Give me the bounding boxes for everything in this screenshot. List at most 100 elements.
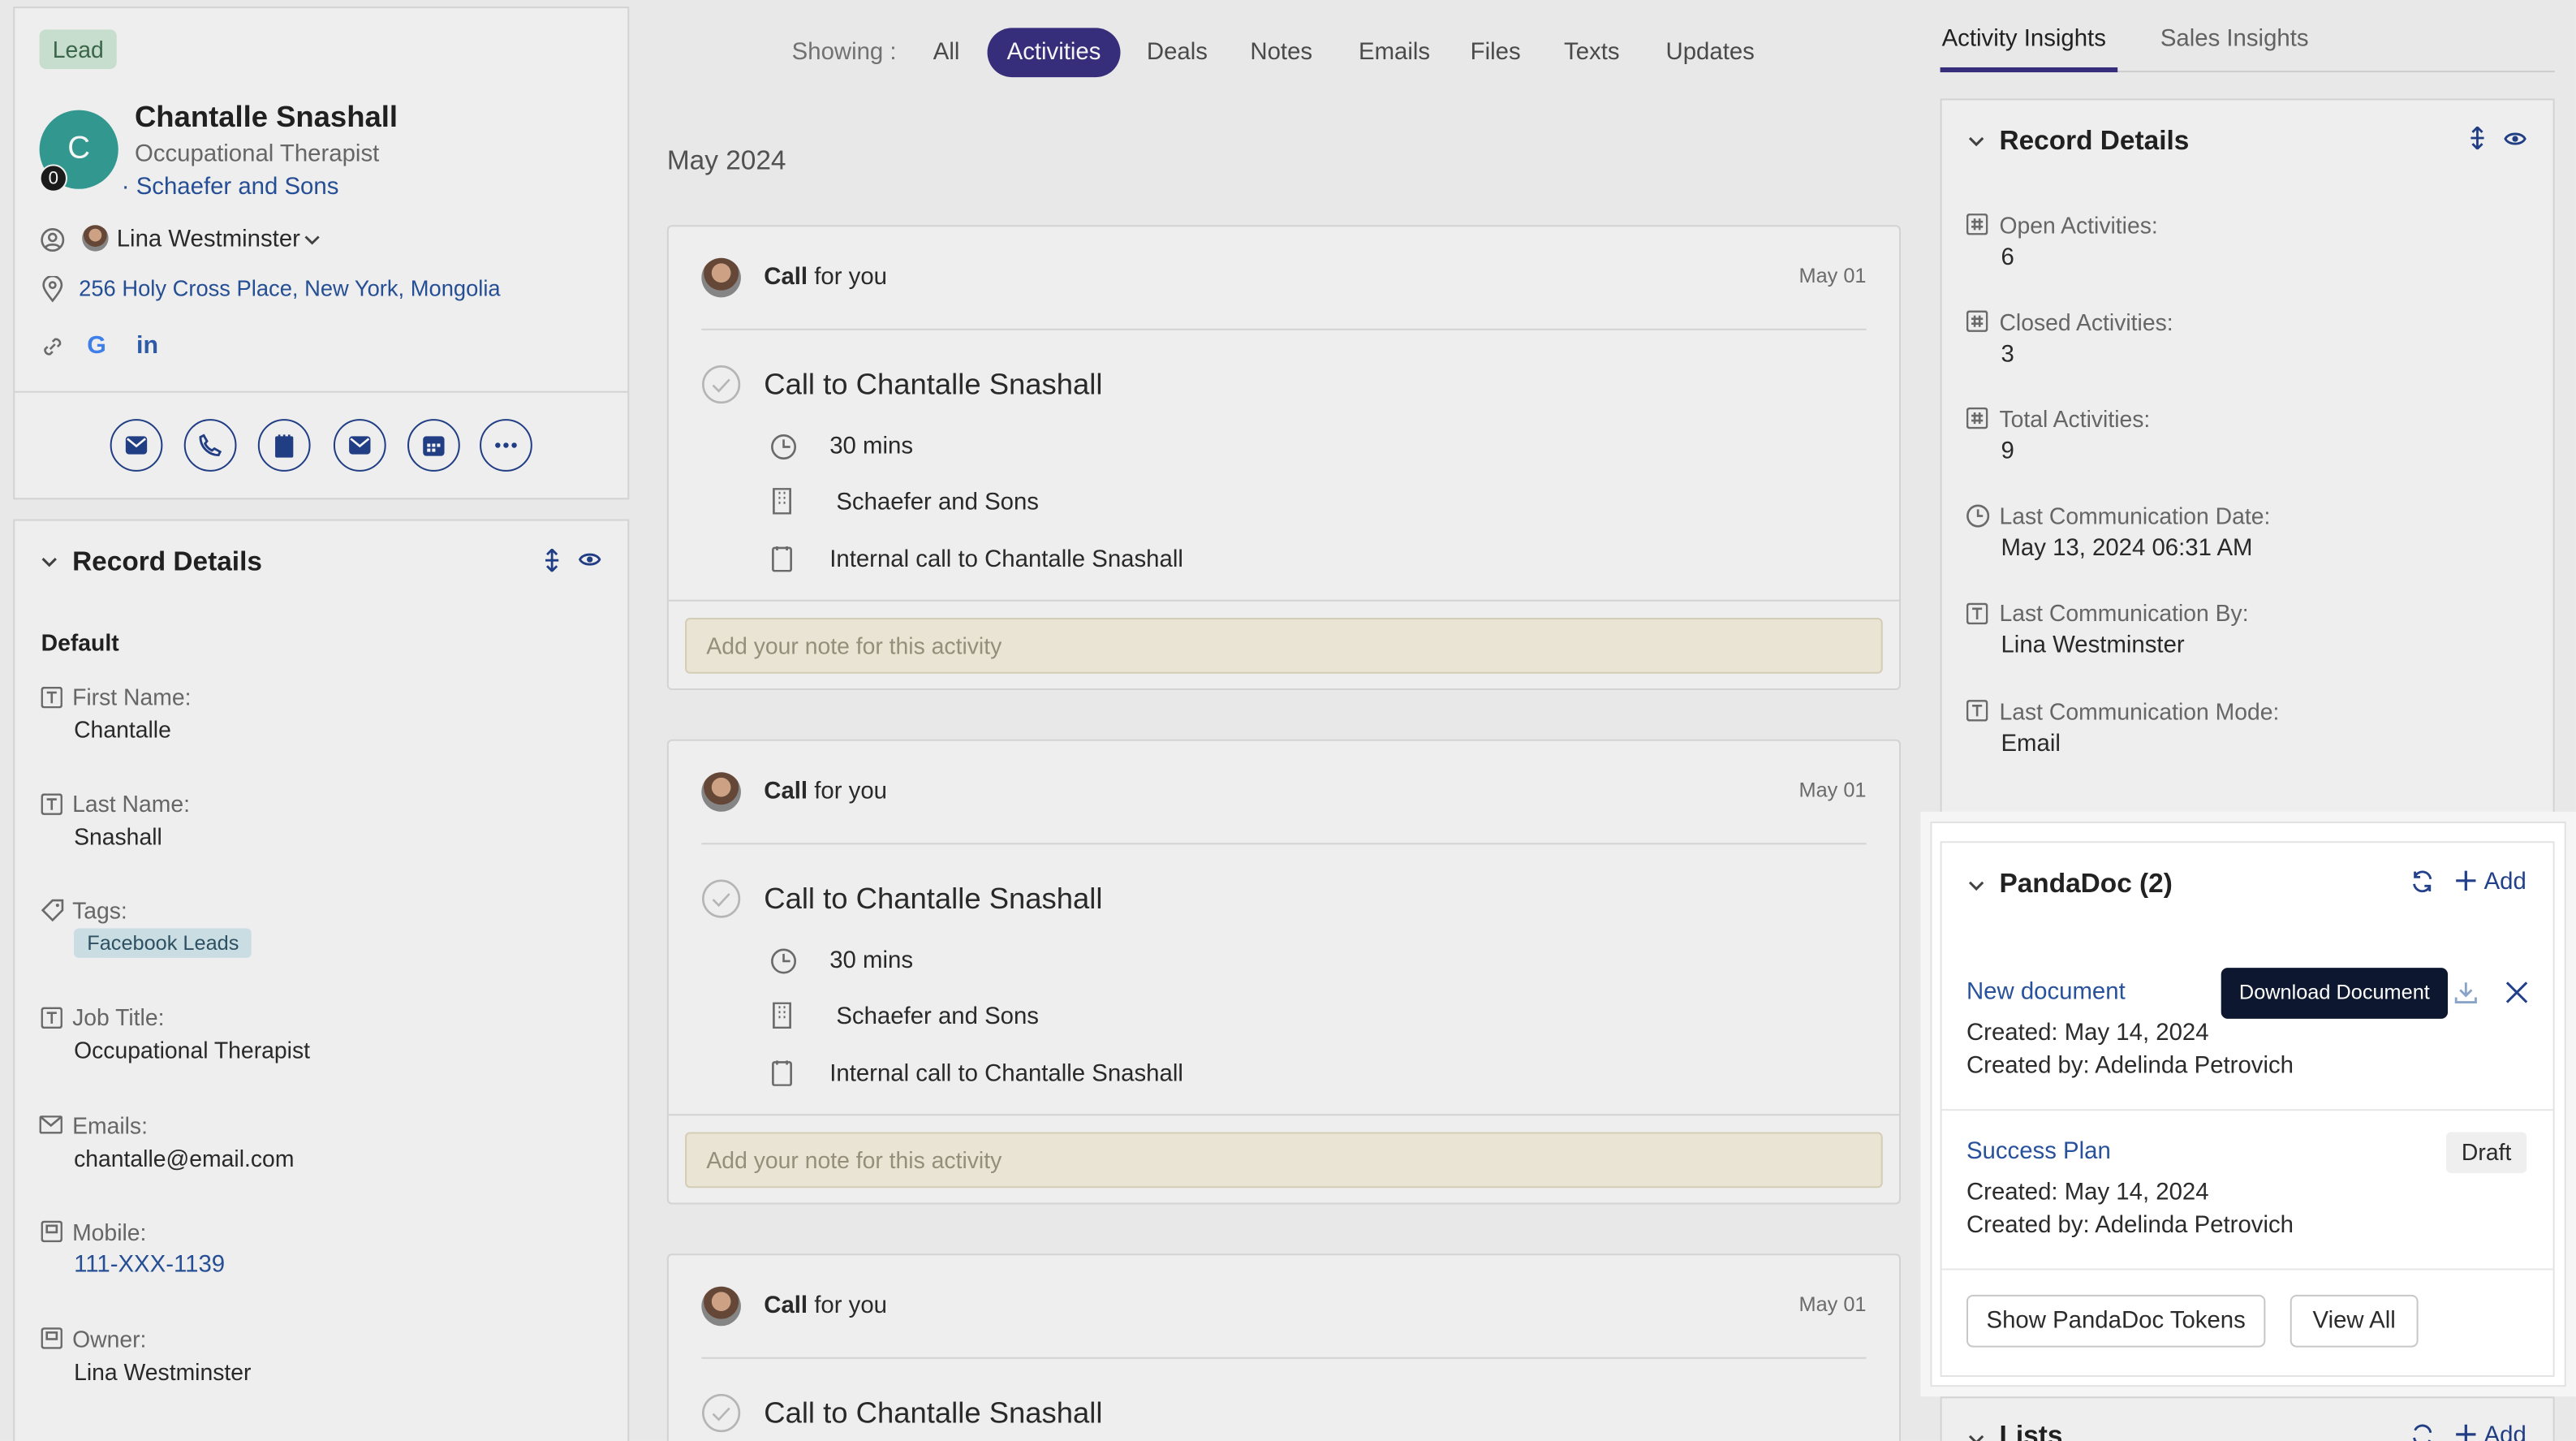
field-value: Occupational Therapist: [74, 1037, 311, 1063]
complete-check-icon[interactable]: [701, 879, 741, 919]
document-link[interactable]: Success Plan: [1966, 1139, 2111, 1165]
plus-icon[interactable]: [2454, 1423, 2477, 1441]
company-link[interactable]: · Schaefer and Sons: [122, 175, 339, 201]
pandadoc-header[interactable]: PandaDoc (2): [1999, 869, 2172, 900]
phone-field-icon: [41, 1220, 62, 1243]
collapse-chevron-icon[interactable]: [41, 555, 58, 568]
collapse-chevron-icon[interactable]: [1968, 1433, 1984, 1441]
activity-card: Call for you May 01 Call to Chantalle Sn…: [666, 225, 1901, 691]
activity-note-input[interactable]: Add your note for this activity: [685, 1132, 1883, 1189]
filter-files[interactable]: Files: [1471, 40, 1521, 66]
email-value[interactable]: chantalle@email.com: [74, 1145, 294, 1171]
activity-header: Call for you: [764, 265, 887, 291]
section-default-label: Default: [41, 629, 119, 656]
call-button[interactable]: [183, 419, 237, 472]
filter-all[interactable]: All: [933, 40, 960, 66]
lists-add-button[interactable]: Add: [2484, 1423, 2526, 1441]
location-pin-icon: [41, 276, 64, 303]
dim-overlay: [2565, 821, 2576, 1387]
collapse-chevron-icon[interactable]: [1968, 879, 1984, 892]
tab-sales-insights[interactable]: Sales Insights: [2160, 26, 2309, 52]
left-record-details-card: [13, 519, 630, 1441]
complete-check-icon[interactable]: [701, 1393, 741, 1433]
owner-name[interactable]: Lina Westminster: [117, 227, 300, 252]
download-tooltip: Download Document: [2221, 968, 2449, 1019]
document-icon: [770, 1059, 793, 1086]
activity-title[interactable]: Call to Chantalle Snashall: [764, 882, 1102, 917]
activity-card: Call for you May 01 Call to Chantalle Sn…: [666, 739, 1901, 1205]
field-label: Owner:: [72, 1326, 147, 1353]
link-icon[interactable]: [40, 334, 66, 360]
collapse-chevron-icon[interactable]: [1968, 135, 1984, 148]
email-button[interactable]: [110, 419, 163, 472]
left-record-details-header[interactable]: Record Details: [72, 547, 262, 578]
field-value: Lina Westminster: [74, 1358, 252, 1386]
activity-assignee: for you: [808, 264, 887, 291]
clock-icon: [770, 948, 797, 974]
field-label: Last Name:: [72, 790, 190, 817]
activity-title[interactable]: Call to Chantalle Snashall: [764, 1396, 1102, 1431]
google-icon[interactable]: G: [87, 332, 106, 360]
reorder-icon[interactable]: [542, 548, 562, 572]
filter-deals[interactable]: Deals: [1147, 40, 1208, 66]
activity-card: Call for you May 01 Call to Chantalle Sn…: [666, 1253, 1901, 1441]
activity-title[interactable]: Call to Chantalle Snashall: [764, 368, 1102, 403]
envelope-outline-icon: [39, 1115, 62, 1134]
clock-icon: [1966, 504, 1990, 528]
tag-chip[interactable]: Facebook Leads: [74, 928, 252, 958]
right-record-details-header[interactable]: Record Details: [1999, 127, 2189, 157]
download-icon[interactable]: [2454, 981, 2477, 1003]
tab-activity-insights[interactable]: Activity Insights: [1942, 26, 2106, 52]
filter-updates[interactable]: Updates: [1666, 40, 1755, 66]
insight-value: Email: [2001, 731, 2061, 758]
notepad-icon: [274, 433, 294, 457]
eye-icon[interactable]: [578, 550, 601, 568]
activity-header: Call for you: [764, 1293, 887, 1319]
sms-button[interactable]: [333, 419, 386, 472]
lists-header[interactable]: Lists: [1999, 1422, 2062, 1441]
document-created: Created: May 14, 2024: [1966, 1020, 2209, 1047]
text-field-icon: [41, 793, 62, 815]
chevron-down-icon[interactable]: [304, 233, 320, 246]
pandadoc-add-button[interactable]: Add: [2484, 869, 2526, 895]
filter-notes[interactable]: Notes: [1250, 40, 1312, 66]
mobile-link[interactable]: 111-XXX-1139: [74, 1252, 225, 1278]
insight-value: Lina Westminster: [2001, 632, 2185, 659]
document-link[interactable]: New document: [1966, 979, 2126, 1005]
view-all-button[interactable]: View All: [2290, 1294, 2419, 1348]
filter-activities[interactable]: Activities: [987, 28, 1121, 78]
activity-avatar: [701, 1286, 741, 1327]
meeting-button[interactable]: [407, 419, 460, 472]
insight-label: Open Activities:: [1999, 212, 2158, 239]
insight-label: Last Communication Mode:: [1999, 698, 2280, 725]
lead-badge: Lead: [39, 29, 118, 70]
insight-label: Total Activities:: [1999, 405, 2151, 433]
activity-type: Call: [764, 779, 808, 805]
activity-note-input[interactable]: Add your note for this activity: [685, 617, 1883, 674]
user-icon: [40, 227, 66, 252]
note-button[interactable]: [257, 419, 311, 472]
complete-check-icon[interactable]: [701, 365, 741, 404]
insight-value: 6: [2001, 244, 2014, 271]
field-value: Chantalle: [74, 716, 171, 743]
owner-field-icon: [41, 1327, 62, 1349]
more-actions-button[interactable]: [480, 419, 532, 472]
more-horizontal-icon: [494, 442, 517, 448]
show-tokens-button[interactable]: Show PandaDoc Tokens: [1966, 1294, 2266, 1348]
document-icon: [770, 546, 793, 572]
insight-label: Closed Activities:: [1999, 308, 2173, 335]
refresh-icon[interactable]: [2410, 869, 2435, 894]
text-field-icon: [41, 686, 62, 709]
reorder-icon[interactable]: [2467, 126, 2487, 150]
document-created-by: Created by: Adelinda Petrovich: [1966, 1053, 2294, 1080]
eye-icon[interactable]: [2504, 130, 2526, 148]
close-icon[interactable]: [2505, 981, 2528, 1003]
insight-value: May 13, 2024 06:31 AM: [2001, 535, 2253, 563]
refresh-icon[interactable]: [2410, 1423, 2435, 1441]
linkedin-icon[interactable]: in: [136, 332, 158, 360]
filter-emails[interactable]: Emails: [1359, 40, 1430, 66]
plus-icon[interactable]: [2454, 869, 2477, 892]
filter-texts[interactable]: Texts: [1564, 40, 1620, 66]
envelope-icon: [125, 435, 148, 455]
address-link[interactable]: 256 Holy Cross Place, New York, Mongolia: [79, 276, 500, 300]
